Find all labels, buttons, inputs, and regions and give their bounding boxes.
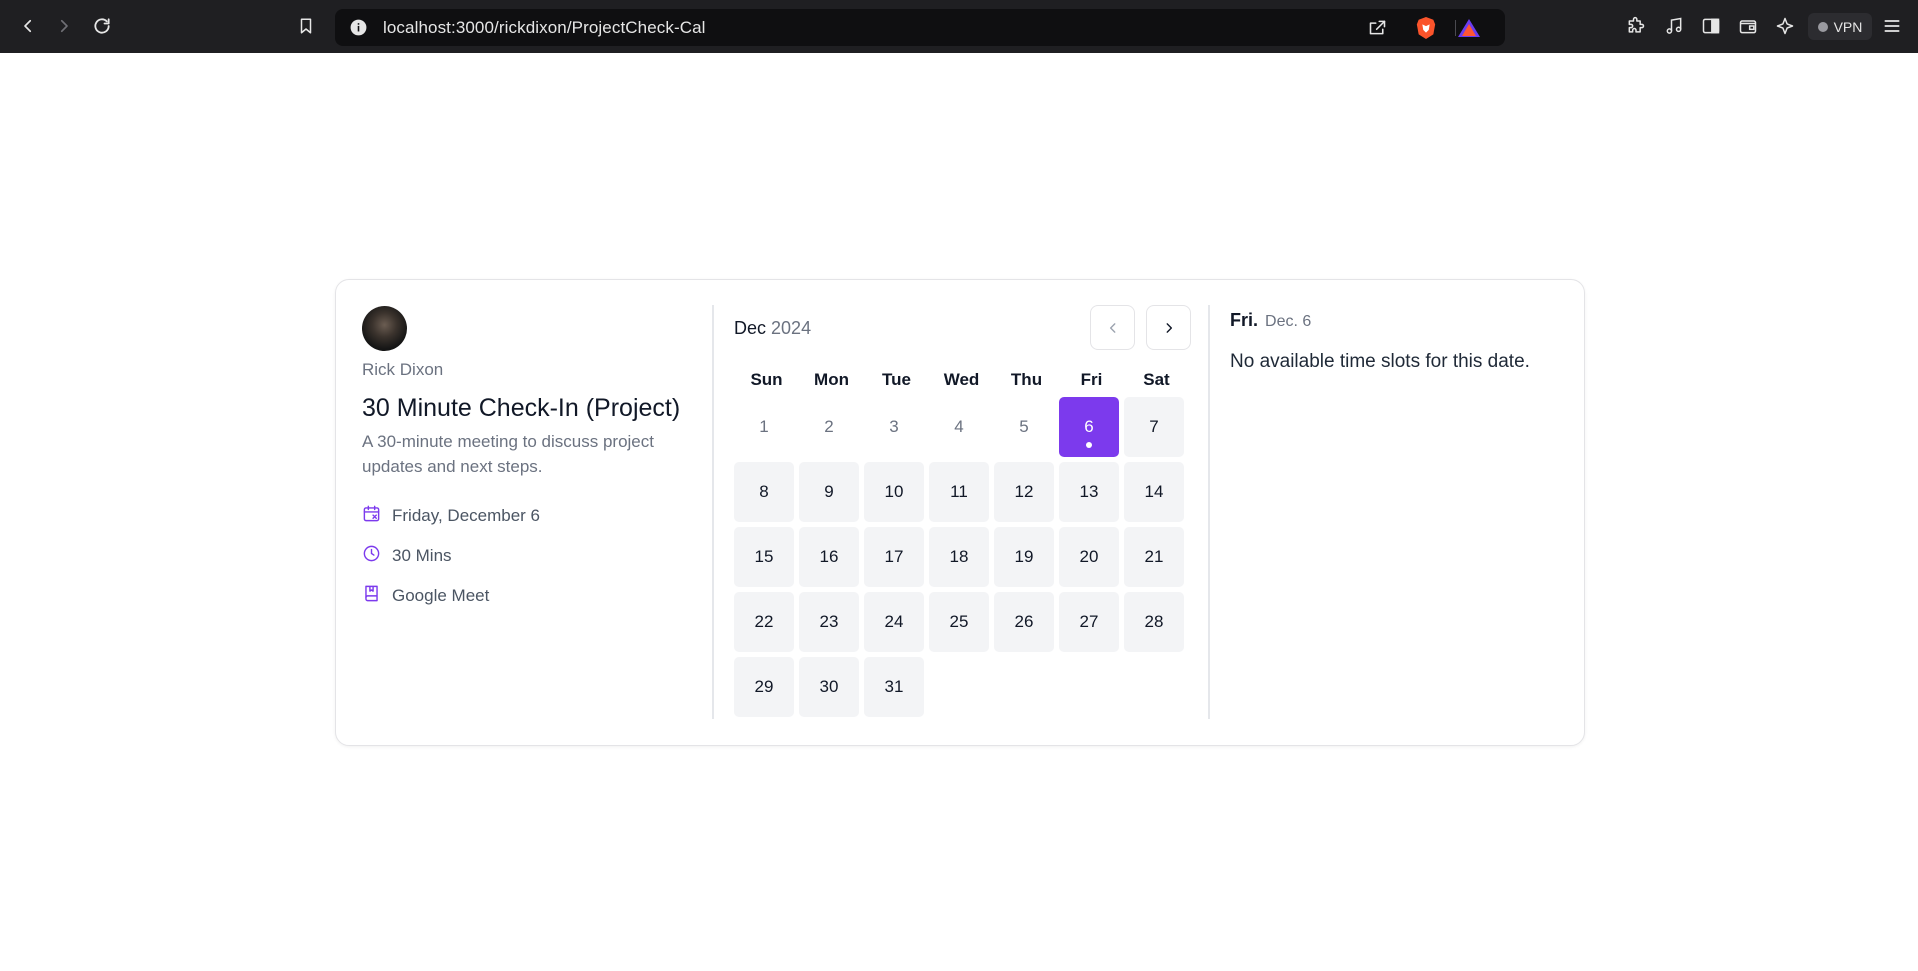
leo-ai-icon[interactable] <box>1773 14 1797 38</box>
host-name: Rick Dixon <box>362 360 444 379</box>
forward-icon[interactable] <box>52 14 76 38</box>
event-duration: 30 Mins <box>392 546 452 565</box>
selected-day-label: Fri. <box>1230 310 1259 330</box>
day-cell: 4 <box>954 417 964 436</box>
day-cell[interactable]: 17 <box>864 527 924 587</box>
divider <box>1208 305 1210 719</box>
book-icon <box>362 584 392 608</box>
event-duration-row: 30 Mins <box>362 536 702 576</box>
day-cell-selected[interactable]: 6 <box>1059 397 1119 457</box>
browser-toolbar: localhost:3000/rickdixon/ProjectCheck-Ca… <box>0 0 1918 53</box>
menu-icon[interactable] <box>1880 14 1904 38</box>
music-icon[interactable] <box>1662 14 1686 38</box>
weekday-label: Sun <box>750 370 783 389</box>
day-cell: 2 <box>824 417 834 436</box>
vpn-status-icon <box>1817 21 1828 32</box>
time-slots-panel: Fri. Dec. 6 No available time slots for … <box>1230 310 1560 373</box>
day-cell[interactable]: 22 <box>734 592 794 652</box>
day-cell: 3 <box>889 417 899 436</box>
next-month-button[interactable] <box>1146 305 1191 350</box>
day-grid: 1 2 3 4 5 6 7 8 9 10 11 12 13 14 15 16 17 18 19 20 21 22 23 24 2… <box>734 397 1194 717</box>
booking-card: Rick Dixon 30 Minute Check-In (Project) … <box>335 279 1585 746</box>
event-date: Friday, December 6 <box>392 506 541 525</box>
vpn-label: VPN <box>1833 18 1863 35</box>
event-date-row: Friday, December 6 <box>362 496 702 536</box>
urlbar-separator <box>1455 20 1456 36</box>
prev-month-button[interactable] <box>1090 305 1135 350</box>
day-cell[interactable]: 29 <box>734 657 794 717</box>
year-label: 2024 <box>771 318 812 338</box>
rewards-icon[interactable] <box>1457 18 1481 43</box>
event-meta: Friday, December 6 30 Mins Google Meet <box>362 496 702 616</box>
calendar-header: Dec 2024 <box>734 305 1194 350</box>
extensions-icon[interactable] <box>1624 14 1648 38</box>
weekday-label: Wed <box>943 370 980 389</box>
day-cell[interactable]: 16 <box>799 527 859 587</box>
weekday-label: Tue <box>882 370 911 389</box>
month-name: Dec <box>734 318 767 338</box>
day-cell: 1 <box>759 417 769 436</box>
vpn-button[interactable]: VPN <box>1808 13 1872 40</box>
day-cell[interactable]: 9 <box>799 462 859 522</box>
month-label: Dec 2024 <box>734 318 811 339</box>
day-cell[interactable]: 25 <box>929 592 989 652</box>
no-slots-message: No available time slots for this date. <box>1230 351 1530 372</box>
chevron-right-icon <box>1166 322 1172 333</box>
day-cell[interactable]: 8 <box>734 462 794 522</box>
info-icon[interactable] <box>349 18 368 42</box>
day-cell[interactable]: 24 <box>864 592 924 652</box>
event-location-row: Google Meet <box>362 576 702 616</box>
selected-date-label: Dec. 6 <box>1265 313 1312 330</box>
calendar: Dec 2024 Sun Mon Tue Wed Thu Fri Sat 123… <box>734 305 1194 717</box>
back-icon[interactable] <box>16 14 40 38</box>
day-cell[interactable]: 26 <box>994 592 1054 652</box>
weekday-label: Fri <box>1080 370 1103 389</box>
day-cell[interactable]: 23 <box>799 592 859 652</box>
day-cell[interactable]: 7 <box>1124 397 1184 457</box>
day-cell[interactable]: 31 <box>864 657 924 717</box>
event-title: 30 Minute Check-In (Project) <box>362 394 681 422</box>
day-cell[interactable]: 14 <box>1124 462 1184 522</box>
wallet-icon[interactable] <box>1736 14 1760 38</box>
bookmark-icon[interactable] <box>294 14 318 38</box>
day-cell[interactable]: 11 <box>929 462 989 522</box>
calendar-x-icon <box>362 504 392 528</box>
day-cell[interactable]: 12 <box>994 462 1054 522</box>
day-cell[interactable]: 27 <box>1059 592 1119 652</box>
weekday-label: Mon <box>814 370 849 389</box>
share-icon[interactable] <box>1367 17 1388 43</box>
day-cell[interactable]: 19 <box>994 527 1054 587</box>
day-cell[interactable]: 28 <box>1124 592 1184 652</box>
day-cell[interactable]: 20 <box>1059 527 1119 587</box>
day-cell[interactable]: 13 <box>1059 462 1119 522</box>
weekday-label: Sat <box>1143 370 1170 389</box>
address-bar[interactable]: localhost:3000/rickdixon/ProjectCheck-Ca… <box>335 9 1505 46</box>
divider <box>712 305 714 719</box>
day-cell[interactable]: 30 <box>799 657 859 717</box>
reload-icon[interactable] <box>90 14 114 38</box>
host-avatar <box>362 306 407 351</box>
event-location: Google Meet <box>392 586 490 605</box>
event-description: A 30-minute meeting to discuss project u… <box>362 432 654 476</box>
selected-date-heading: Fri. Dec. 6 <box>1230 310 1560 331</box>
day-cell[interactable]: 10 <box>864 462 924 522</box>
weekday-label: Thu <box>1010 370 1043 389</box>
event-details: Rick Dixon 30 Minute Check-In (Project) … <box>362 306 702 616</box>
day-cell[interactable]: 21 <box>1124 527 1184 587</box>
day-cell: 5 <box>1019 417 1029 436</box>
day-cell[interactable]: 15 <box>734 527 794 587</box>
clock-icon <box>362 544 392 568</box>
sidebar-icon[interactable] <box>1699 14 1723 38</box>
url-text[interactable]: localhost:3000/rickdixon/ProjectCheck-Ca… <box>383 18 706 38</box>
weekday-row: Sun Mon Tue Wed Thu Fri Sat <box>734 370 1194 390</box>
day-cell[interactable]: 18 <box>929 527 989 587</box>
chevron-left-icon <box>1109 322 1115 333</box>
brave-shield-icon[interactable] <box>1415 16 1437 45</box>
